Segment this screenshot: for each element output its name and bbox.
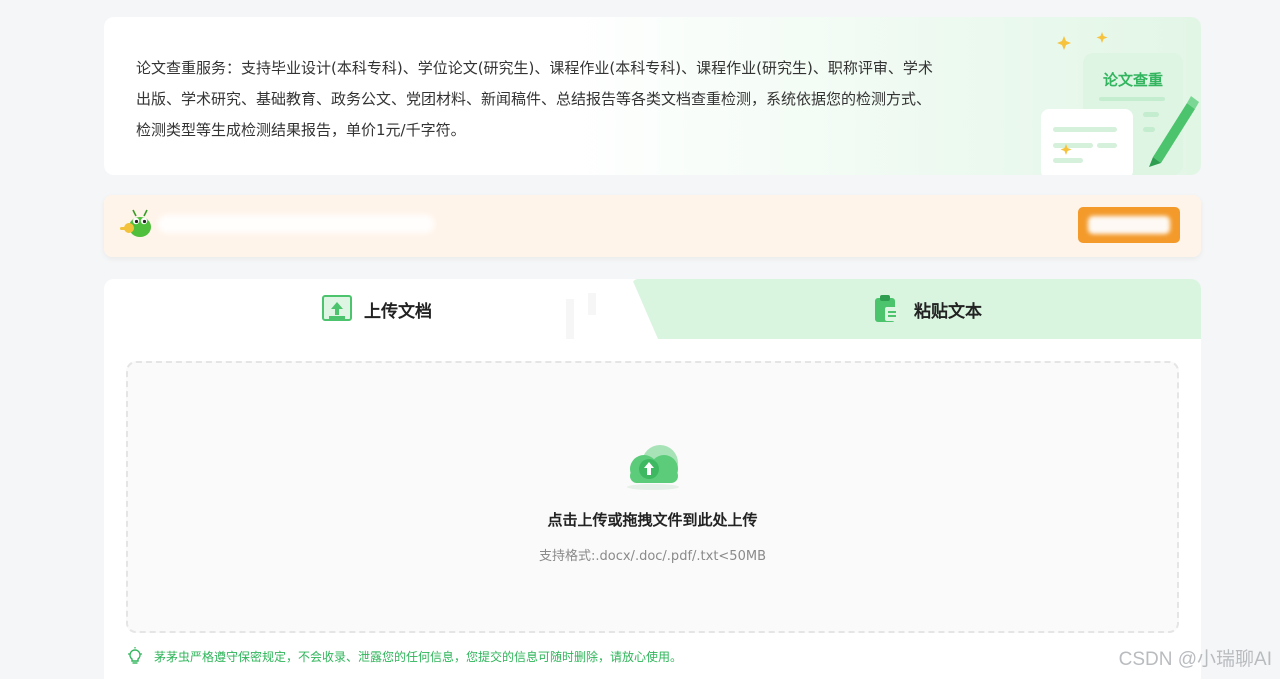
- promo-banner: [104, 195, 1201, 257]
- page-container: 论文查重服务：支持毕业设计(本科专科)、学位论文(研究生)、课程作业(本科专科)…: [104, 17, 1201, 679]
- tab-upload-document[interactable]: 上传文档: [322, 279, 432, 339]
- upload-tab-content: 点击上传或拖拽文件到此处上传 支持格式:.docx/.doc/.pdf/.txt…: [104, 339, 1201, 679]
- tab-upload-label: 上传文档: [364, 301, 432, 322]
- tab-paste-label: 粘贴文本: [914, 301, 982, 322]
- banner-button-label-redacted: [1088, 216, 1170, 234]
- lightbulb-icon: [128, 647, 142, 664]
- upload-doc-icon: [322, 295, 352, 321]
- dropzone-formats: 支持格式:.docx/.doc/.pdf/.txt<50MB: [539, 549, 766, 564]
- tab-bar: 上传文档 粘贴文本: [104, 279, 1201, 341]
- banner-action-button[interactable]: [1078, 207, 1180, 243]
- dropzone-title: 点击上传或拖拽文件到此处上传: [547, 511, 758, 529]
- clipboard-icon: [875, 295, 899, 322]
- service-intro-card: 论文查重服务：支持毕业设计(本科专科)、学位论文(研究生)、课程作业(本科专科)…: [104, 17, 1201, 175]
- plagiarism-check-illustration: 论文查重: [1041, 32, 1199, 175]
- banner-text-redacted: [158, 215, 434, 233]
- file-dropzone[interactable]: 点击上传或拖拽文件到此处上传 支持格式:.docx/.doc/.pdf/.txt…: [126, 361, 1179, 633]
- privacy-note-text: 茅茅虫严格遵守保密规定，不会收录、泄露您的任何信息，您提交的信息可随时删除，请放…: [154, 649, 683, 664]
- faint-mark-icon: [566, 293, 596, 341]
- privacy-note: 茅茅虫严格遵守保密规定，不会收录、泄露您的任何信息，您提交的信息可随时删除，请放…: [126, 647, 682, 665]
- illustration-label: 论文查重: [1103, 71, 1163, 89]
- tab-paste-text[interactable]: 粘贴文本: [872, 279, 982, 339]
- csdn-watermark: CSDN @小瑞聊AI: [1118, 649, 1272, 670]
- upload-panel: 上传文档 粘贴文本 点击上传或拖拽文件到此处上传 支持格式:.docx/.doc…: [104, 279, 1201, 679]
- service-description: 论文查重服务：支持毕业设计(本科专科)、学位论文(研究生)、课程作业(本科专科)…: [136, 59, 933, 139]
- cloud-upload-icon: [627, 445, 679, 490]
- mascot-bug-icon: [120, 209, 151, 237]
